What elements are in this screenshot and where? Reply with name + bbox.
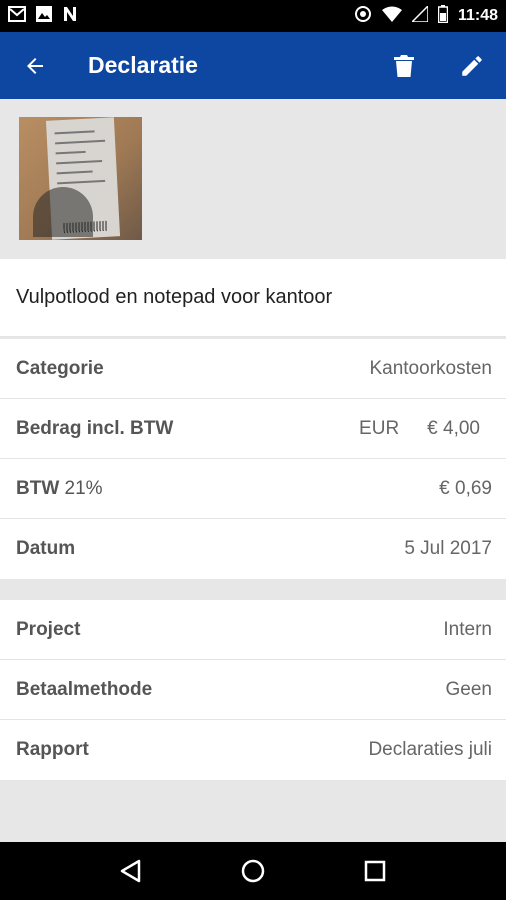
photo-area [0,99,506,259]
page-title: Declaratie [88,52,198,78]
nav-home-icon [241,859,265,883]
project-label: Project [16,618,81,640]
category-value: Kantoorkosten [369,357,492,379]
mail-icon [8,5,26,27]
delete-icon [394,54,414,77]
amount-value: € 4,00 [427,417,480,439]
vat-label: BTW 21% [16,477,103,499]
vat-value: € 0,69 [439,477,492,499]
status-time: 11:48 [457,7,498,24]
amount-label: Bedrag incl. BTW [16,417,174,439]
n-app-icon [62,6,78,27]
payment-method-row[interactable]: Betaalmethode Geen [0,660,506,720]
vat-row[interactable]: BTW 21% € 0,69 [0,459,506,519]
status-bar: 11:48 [0,0,506,32]
receipt-photo[interactable] [19,117,142,240]
sync-icon [354,5,372,28]
app-bar: Declaratie [0,32,506,99]
nav-recents-icon [364,860,386,882]
project-value: Intern [443,618,492,640]
vat-rate: 21% [64,477,103,499]
system-nav-bar [0,842,506,900]
date-row[interactable]: Datum 5 Jul 2017 [0,519,506,579]
category-label: Categorie [16,357,104,379]
arrow-back-icon [27,57,43,74]
nav-back-button[interactable] [101,842,161,900]
project-row[interactable]: Project Intern [0,600,506,660]
details-card: Categorie Kantoorkosten Bedrag incl. BTW… [0,339,506,579]
expense-description[interactable]: Vulpotlood en notepad voor kantoor [0,259,506,337]
delete-button[interactable] [370,32,438,99]
nav-recents-button[interactable] [345,842,405,900]
nav-back-icon [120,859,141,883]
signal-icon [410,3,429,27]
payment-method-label: Betaalmethode [16,678,153,700]
edit-icon [462,55,482,76]
image-icon [36,5,52,27]
amount-row[interactable]: Bedrag incl. BTW EUR € 4,00 [0,399,506,459]
wifi-icon [381,6,402,27]
extra-card: Project Intern Betaalmethode Geen Rappor… [0,600,506,780]
nav-home-button[interactable] [223,842,283,900]
report-label: Rapport [16,739,89,760]
report-value: Declaraties juli [368,739,492,760]
category-row[interactable]: Categorie Kantoorkosten [0,339,506,399]
payment-method-value: Geen [445,678,492,700]
back-button[interactable] [0,32,70,99]
battery-icon [437,4,449,28]
edit-button[interactable] [438,32,506,99]
amount-currency: EUR [359,417,400,439]
date-label: Datum [16,538,76,559]
date-value: 5 Jul 2017 [404,538,492,559]
report-row[interactable]: Rapport Declaraties juli [0,720,506,780]
